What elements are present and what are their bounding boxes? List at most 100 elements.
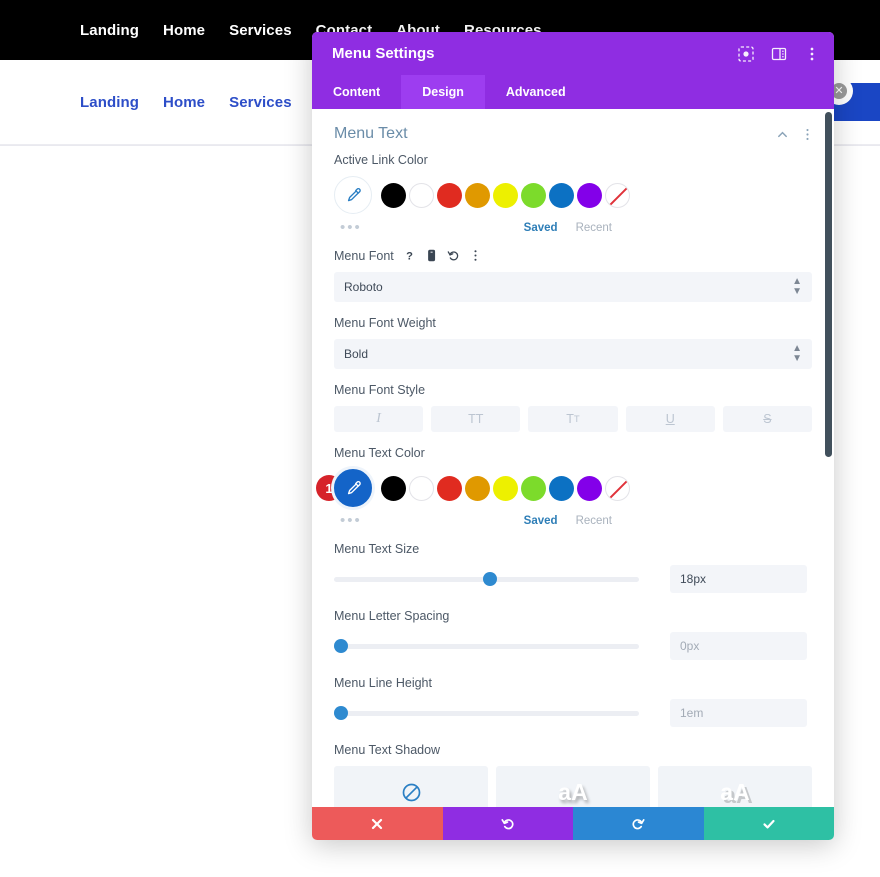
save-button[interactable] xyxy=(704,807,835,840)
italic-icon: I xyxy=(376,411,381,427)
tab-content[interactable]: Content xyxy=(312,75,401,109)
swatch-orange[interactable] xyxy=(465,476,490,501)
menu-letter-spacing-slider[interactable] xyxy=(334,639,639,653)
style-button-strikethrough[interactable]: S xyxy=(723,406,812,432)
menu-font-select[interactable]: Roboto ▲▼ xyxy=(334,272,812,302)
menu-line-height-input[interactable]: 1em xyxy=(670,699,807,727)
slider-track xyxy=(334,644,639,649)
menu-line-height-row: 1em xyxy=(334,699,812,727)
help-question-icon[interactable]: ? xyxy=(403,249,416,263)
shadow-option-2[interactable]: aA xyxy=(658,766,812,807)
focus-target-icon[interactable] xyxy=(738,46,754,62)
swatch-green[interactable] xyxy=(521,476,546,501)
swatch-yellow[interactable] xyxy=(493,476,518,501)
swatch-black[interactable] xyxy=(381,476,406,501)
reset-undo-icon[interactable] xyxy=(447,249,460,263)
swatch-transparent[interactable] xyxy=(605,183,630,208)
kebab-menu-icon[interactable] xyxy=(469,249,482,263)
kebab-menu-icon[interactable] xyxy=(804,46,820,62)
menu-font-weight-select[interactable]: Bold ▲▼ xyxy=(334,339,812,369)
section-title: Menu Text xyxy=(334,125,408,143)
field-menu-letter-spacing: Menu Letter Spacing 0px xyxy=(312,609,834,660)
eyedropper-icon[interactable] xyxy=(334,176,372,214)
style-button-uppercase[interactable]: TT xyxy=(431,406,520,432)
active-link-color-swatches xyxy=(334,176,812,214)
field-active-link-color: Active Link Color xyxy=(312,153,834,235)
menu-font-label: Menu Font xyxy=(334,249,394,263)
section-menu-text[interactable]: Menu Text xyxy=(312,109,834,153)
chevron-updown-icon: ▲▼ xyxy=(792,277,802,297)
swatch-red[interactable] xyxy=(437,476,462,501)
more-colors-dots[interactable]: ••• xyxy=(340,513,362,528)
menu-font-icons: ? xyxy=(403,249,482,263)
palette-tab-recent[interactable]: Recent xyxy=(576,515,612,527)
field-menu-font-weight: Menu Font Weight Bold ▲▼ xyxy=(312,316,834,369)
more-colors-dots[interactable]: ••• xyxy=(340,220,362,235)
panel-layout-icon[interactable] xyxy=(771,46,787,62)
secondary-nav-link-services[interactable]: Services xyxy=(229,94,292,111)
nav-link-home[interactable]: Home xyxy=(163,22,205,39)
style-button-small-caps[interactable]: TT xyxy=(528,406,617,432)
palette-tab-saved[interactable]: Saved xyxy=(524,515,558,527)
swatch-white[interactable] xyxy=(409,476,434,501)
palette-tab-recent[interactable]: Recent xyxy=(576,222,612,234)
swatch-purple[interactable] xyxy=(577,476,602,501)
secondary-nav-link-home[interactable]: Home xyxy=(163,94,205,111)
menu-text-size-row: 18px xyxy=(334,565,812,593)
strikethrough-icon: S xyxy=(763,412,771,426)
tab-advanced[interactable]: Advanced xyxy=(485,75,587,109)
style-button-italic[interactable]: I xyxy=(334,406,423,432)
menu-text-size-input[interactable]: 18px xyxy=(670,565,807,593)
field-menu-text-color: Menu Text Color 1 xyxy=(312,446,834,528)
modal-body: Menu Text Active Link Colo xyxy=(312,109,834,807)
field-menu-text-size: Menu Text Size 18px xyxy=(312,542,834,593)
chevron-up-icon[interactable] xyxy=(776,128,789,141)
undo-button[interactable] xyxy=(443,807,574,840)
shadow-option-none[interactable] xyxy=(334,766,488,807)
menu-font-value: Roboto xyxy=(344,280,383,294)
shadow-option-1[interactable]: aA xyxy=(496,766,650,807)
swatch-blue[interactable] xyxy=(549,183,574,208)
modal-title: Menu Settings xyxy=(332,45,435,62)
nav-link-services[interactable]: Services xyxy=(229,22,292,39)
palette-tab-saved[interactable]: Saved xyxy=(524,222,558,234)
field-menu-line-height: Menu Line Height 1em xyxy=(312,676,834,727)
uppercase-icon: TT xyxy=(468,412,483,426)
kebab-menu-icon[interactable] xyxy=(801,128,814,141)
active-link-color-footer: ••• Saved Recent xyxy=(334,220,812,235)
menu-letter-spacing-input[interactable]: 0px xyxy=(670,632,807,660)
swatch-white[interactable] xyxy=(409,183,434,208)
style-button-underline[interactable]: U xyxy=(626,406,715,432)
slider-knob[interactable] xyxy=(483,572,497,586)
eyedropper-icon[interactable] xyxy=(334,469,372,507)
cancel-button[interactable] xyxy=(312,807,443,840)
swatch-transparent[interactable] xyxy=(605,476,630,501)
redo-arrow-icon xyxy=(631,817,645,831)
palette-tabs: Saved Recent xyxy=(524,515,812,527)
swatch-green[interactable] xyxy=(521,183,546,208)
responsive-device-icon[interactable] xyxy=(425,249,438,263)
swatch-black[interactable] xyxy=(381,183,406,208)
chevron-updown-icon: ▲▼ xyxy=(792,344,802,364)
modal-scrollbar[interactable] xyxy=(825,112,832,457)
swatch-blue[interactable] xyxy=(549,476,574,501)
menu-settings-modal: Menu Settings xyxy=(312,32,834,840)
tab-design[interactable]: Design xyxy=(401,75,485,109)
slider-knob[interactable] xyxy=(334,639,348,653)
menu-line-height-slider[interactable] xyxy=(334,706,639,720)
nav-link-landing[interactable]: Landing xyxy=(80,22,139,39)
slider-knob[interactable] xyxy=(334,706,348,720)
checkmark-icon xyxy=(762,817,776,831)
swatch-yellow[interactable] xyxy=(493,183,518,208)
secondary-nav-link-landing[interactable]: Landing xyxy=(80,94,139,111)
swatch-red[interactable] xyxy=(437,183,462,208)
smallcaps-icon: T xyxy=(566,412,574,426)
section-header-icons xyxy=(776,128,814,141)
swatch-orange[interactable] xyxy=(465,183,490,208)
menu-text-size-slider[interactable] xyxy=(334,572,639,586)
redo-button[interactable] xyxy=(573,807,704,840)
menu-text-color-label: Menu Text Color xyxy=(334,446,812,460)
smallcaps-icon-small: T xyxy=(574,414,580,425)
undo-arrow-icon xyxy=(501,817,515,831)
swatch-purple[interactable] xyxy=(577,183,602,208)
